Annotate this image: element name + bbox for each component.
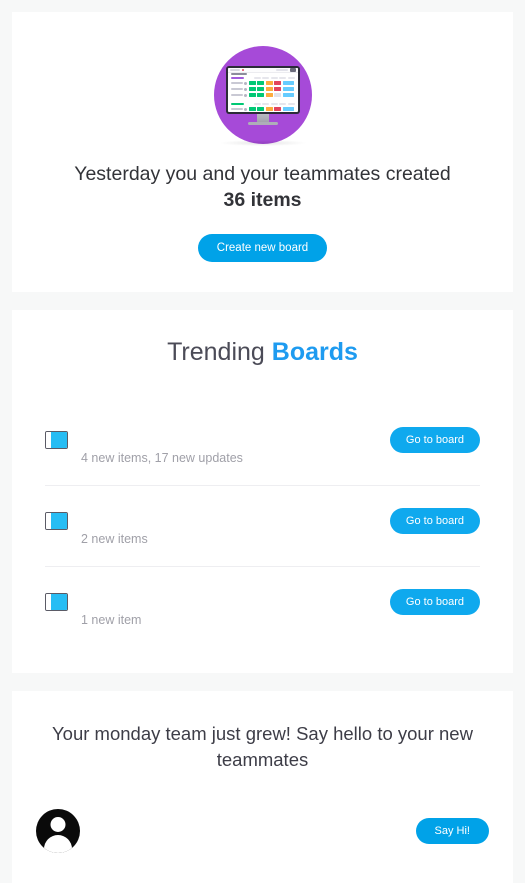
board-list-item[interactable]: 4 new items, 17 new updates Go to board: [45, 405, 480, 485]
board-item-row: [230, 107, 295, 112]
new-teammates-card: Your monday team just grew! Say hello to…: [12, 690, 513, 883]
column-headers: [246, 102, 295, 105]
topbar-notification-dot: [241, 68, 244, 71]
board-icon: [45, 592, 68, 611]
board-activity-summary: 2 new items: [81, 531, 148, 546]
illustration-shadow: [219, 140, 306, 146]
board-item-row: [230, 93, 295, 98]
create-new-board-button[interactable]: Create new board: [197, 233, 328, 262]
board-activity-summary: 4 new items, 17 new updates: [81, 450, 243, 465]
board-icon: [45, 511, 68, 530]
board-activity-summary: 1 new item: [81, 612, 142, 627]
board-action: Go to board: [389, 417, 480, 453]
monitor-stand-neck: [256, 114, 269, 122]
board-info: 4 new items, 17 new updates: [68, 417, 390, 467]
monitor-bezel: [225, 66, 300, 114]
board-list-item[interactable]: 1 new item Go to board: [45, 565, 480, 647]
new-teammates-title: Your monday team just grew! Say hello to…: [52, 722, 473, 770]
monitor-screen: [227, 68, 298, 113]
monitor-stand-base: [247, 122, 278, 125]
trending-boards-title: Trending Boards: [12, 338, 513, 367]
board-name: [81, 498, 390, 510]
trending-title-accent: Boards: [271, 337, 358, 366]
hero-card: Yesterday you and your teammates created…: [12, 12, 513, 292]
go-to-board-button[interactable]: Go to board: [389, 507, 480, 534]
board-action: Go to board: [389, 579, 480, 615]
board-name: [81, 579, 390, 591]
trending-boards-card: Trending Boards 4 new items, 17 new upda…: [12, 309, 513, 673]
board-icon: [45, 430, 68, 449]
group-header: [230, 76, 295, 80]
hero-item-count: 36 items: [223, 189, 302, 212]
teammate-name: [80, 826, 416, 836]
go-to-board-button[interactable]: Go to board: [389, 588, 480, 615]
group-header: [230, 102, 295, 106]
board-list-item[interactable]: 2 new items Go to board: [45, 484, 480, 566]
topbar-logo: [229, 68, 240, 71]
board-action: Go to board: [389, 498, 480, 534]
column-headers: [246, 76, 295, 79]
board-info: 2 new items: [68, 498, 390, 548]
board-item-row: [230, 81, 295, 86]
trending-title-regular: Trending: [167, 337, 265, 366]
board-info: 1 new item: [68, 579, 390, 629]
email-digest-page: Yesterday you and your teammates created…: [0, 0, 525, 883]
say-hi-button[interactable]: Say Hi!: [415, 818, 489, 845]
desktop-monitor-board-illustration: [213, 46, 312, 146]
group-color-bar: [230, 76, 244, 79]
topbar-search: [275, 68, 288, 71]
board-group-one: [228, 75, 298, 101]
board-group-two: [228, 101, 298, 113]
avatar: [36, 809, 80, 854]
monitor-graphic: [225, 66, 300, 125]
board-item-row: [230, 87, 295, 92]
board-list: 4 new items, 17 new updates Go to board …: [12, 405, 513, 647]
topbar-avatar: [289, 68, 296, 72]
hero-headline: Yesterday you and your teammates created: [74, 163, 451, 185]
board-name: [81, 417, 390, 429]
group-color-bar: [230, 102, 244, 105]
go-to-board-button[interactable]: Go to board: [389, 426, 480, 453]
teammate-list-item: Say Hi!: [36, 809, 489, 854]
